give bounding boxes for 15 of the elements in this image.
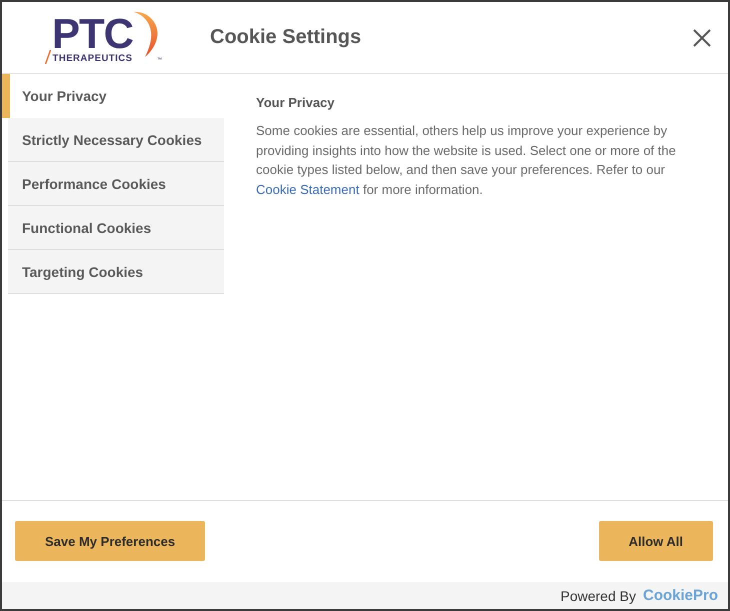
logo-wordmark: PTC [52, 14, 133, 52]
sidebar-tab[interactable]: Functional Cookies [8, 206, 224, 250]
powered-by-text: Powered By [560, 588, 636, 604]
allow-all-button[interactable]: Allow All [598, 521, 713, 561]
logo-stroke-icon [45, 50, 51, 64]
description-text: Some cookies are essential, others help us improve your experience by providing insights into how the website is used. Select one or more of the cookie types listed below, and then save your preferences. Refer to our Cookie Statement for more information. [256, 122, 677, 198]
section-heading: Your Privacy [256, 95, 336, 110]
cookie-statement-link[interactable]: Cookie Statement [256, 182, 360, 196]
sidebar-tab[interactable]: Performance Cookies [8, 162, 224, 206]
logo-subtitle: THERAPEUTICS [52, 52, 132, 64]
save-preferences-button[interactable]: Save My Preferences [15, 521, 206, 561]
logo-arc-icon [134, 10, 158, 56]
sidebar-tab[interactable]: Targeting Cookies [8, 250, 224, 294]
dialog-title: Cookie Settings [210, 26, 362, 49]
sidebar-tab[interactable]: Strictly Necessary Cookies [8, 118, 224, 162]
